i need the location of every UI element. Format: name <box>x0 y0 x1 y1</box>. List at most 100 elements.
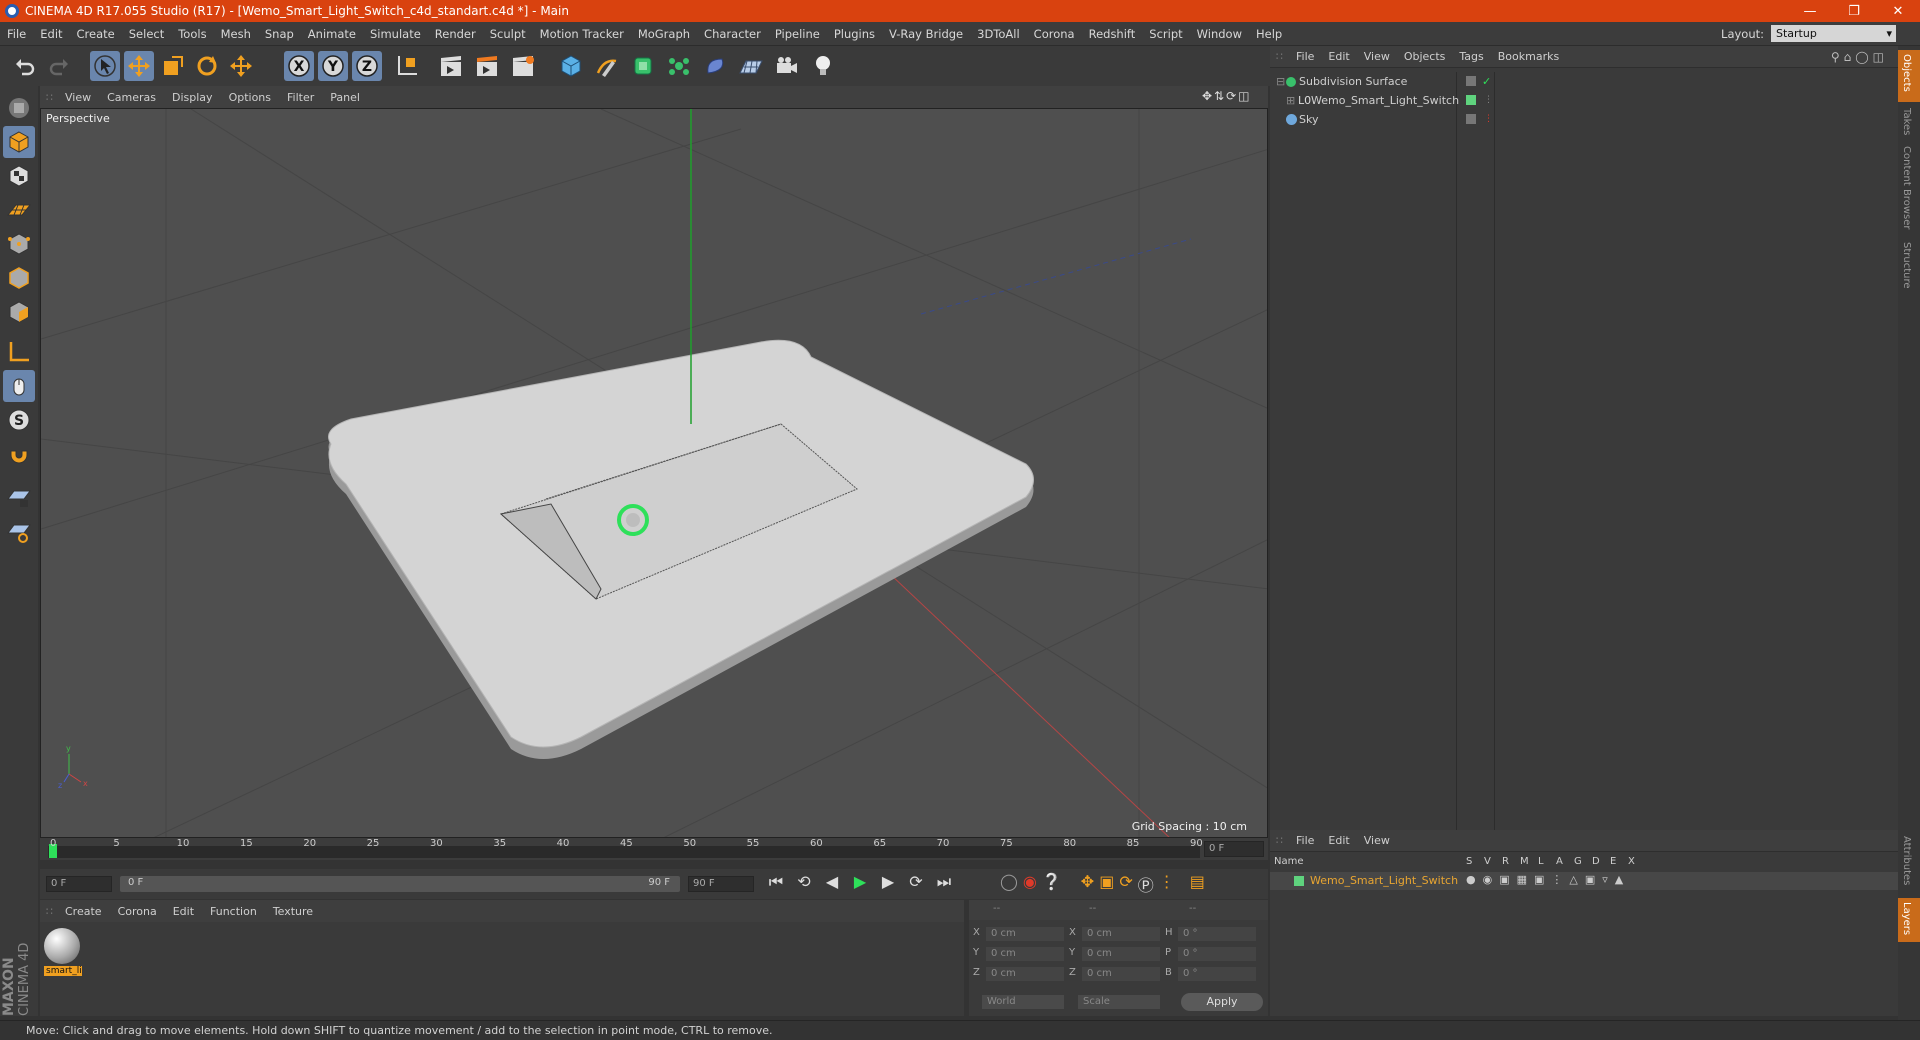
menu-select[interactable]: Select <box>122 27 171 41</box>
redo-button[interactable] <box>44 51 74 81</box>
axis-mode-button[interactable] <box>3 336 35 368</box>
coordinate-system-button[interactable] <box>392 51 422 81</box>
apply-button[interactable]: Apply <box>1181 993 1263 1011</box>
viewport-menu-options[interactable]: Options <box>221 91 279 104</box>
select-tool-button[interactable] <box>90 51 120 81</box>
key-pla-icon[interactable]: ⋮ <box>1159 872 1175 896</box>
menu-file[interactable]: File <box>0 27 33 41</box>
record-icon[interactable]: ◉ <box>1023 872 1037 896</box>
previous-frame-icon[interactable]: ◀ <box>820 872 844 896</box>
layout-select[interactable]: Startup ▾ <box>1771 25 1896 42</box>
menu-motion-tracker[interactable]: Motion Tracker <box>533 27 631 41</box>
motion-path-icon[interactable]: ◯ <box>1000 872 1018 896</box>
layer-menu-file[interactable]: File <box>1289 834 1321 847</box>
mode-select[interactable]: Scale <box>1077 994 1161 1010</box>
space-select[interactable]: World <box>981 994 1065 1010</box>
menu-create[interactable]: Create <box>70 27 122 41</box>
layer-menu-edit[interactable]: Edit <box>1321 834 1356 847</box>
tab-objects[interactable]: Objects <box>1901 54 1912 92</box>
texture-mode-button[interactable] <box>3 160 35 192</box>
layer-menu-view[interactable]: View <box>1357 834 1397 847</box>
close-icon[interactable]: ✕ <box>1876 0 1920 22</box>
previous-key-icon[interactable]: ⟲ <box>792 872 816 896</box>
menu-render[interactable]: Render <box>428 27 483 41</box>
coord-field[interactable]: 0 cm <box>1081 966 1161 982</box>
menu-plugins[interactable]: Plugins <box>827 27 882 41</box>
light-button[interactable] <box>808 51 838 81</box>
points-mode-button[interactable] <box>3 228 35 260</box>
menu-tools[interactable]: Tools <box>171 27 213 41</box>
minimize-icon[interactable]: — <box>1788 0 1832 22</box>
menu-window[interactable]: Window <box>1190 27 1249 41</box>
cloner-button[interactable] <box>664 51 694 81</box>
tab-takes[interactable]: Takes <box>1901 108 1912 135</box>
object-menu-objects[interactable]: Objects <box>1397 50 1453 63</box>
material-menu-edit[interactable]: Edit <box>165 905 202 918</box>
render-settings-button[interactable] <box>508 51 538 81</box>
key-param-icon[interactable]: Ⓟ <box>1138 872 1154 896</box>
rotate-tool-button[interactable] <box>192 51 222 81</box>
menu-v-ray-bridge[interactable]: V-Ray Bridge <box>882 27 970 41</box>
x-axis-button[interactable]: X <box>284 51 314 81</box>
menu-character[interactable]: Character <box>697 27 768 41</box>
timeline-ruler[interactable]: 0 5 10 15 20 25 30 35 40 45 50 55 60 65 70 75 80 85 90 0 F <box>40 838 1268 860</box>
end-frame-field[interactable]: 90 F <box>688 876 754 892</box>
model-mode-button[interactable] <box>3 126 35 158</box>
tab-attributes[interactable]: Attributes <box>1901 836 1912 885</box>
undo-button[interactable] <box>10 51 40 81</box>
edges-mode-button[interactable] <box>3 262 35 294</box>
menu-mograph[interactable]: MoGraph <box>631 27 697 41</box>
coord-field[interactable]: 0 cm <box>1081 926 1161 942</box>
coord-field[interactable]: 0 cm <box>1081 946 1161 962</box>
viewport-menu-cameras[interactable]: Cameras <box>99 91 164 104</box>
layer-swatch[interactable] <box>1294 876 1304 886</box>
menu-redshift[interactable]: Redshift <box>1082 27 1143 41</box>
viewport-nav-icons[interactable]: ✥⇅⟳◫ <box>1202 89 1252 103</box>
autokey-icon[interactable]: ❔ <box>1042 872 1062 896</box>
material-menu-function[interactable]: Function <box>202 905 265 918</box>
menu-pipeline[interactable]: Pipeline <box>768 27 827 41</box>
pen-spline-button[interactable] <box>592 51 622 81</box>
timeline-window-icon[interactable]: ▤ <box>1190 872 1205 896</box>
menu-edit[interactable]: Edit <box>33 27 69 41</box>
next-key-icon[interactable]: ⟳ <box>904 872 928 896</box>
coord-field[interactable]: 0 cm <box>985 966 1065 982</box>
y-axis-button[interactable]: Y <box>318 51 348 81</box>
range-slider[interactable]: 0 F 90 F <box>120 876 680 892</box>
polygons-mode-button[interactable] <box>3 296 35 328</box>
current-frame-field[interactable]: 0 F <box>1204 841 1264 857</box>
menu-simulate[interactable]: Simulate <box>363 27 428 41</box>
coord-field[interactable]: 0 ° <box>1177 946 1257 962</box>
viewport-menu-display[interactable]: Display <box>164 91 221 104</box>
key-move-icon[interactable]: ✥ <box>1081 872 1094 896</box>
object-menu-view[interactable]: View <box>1357 50 1397 63</box>
menu-sculpt[interactable]: Sculpt <box>483 27 533 41</box>
render-picture-viewer-button[interactable] <box>472 51 502 81</box>
menu-3dtoall[interactable]: 3DToAll <box>970 27 1027 41</box>
coord-field[interactable]: 0 ° <box>1177 966 1257 982</box>
snap-button[interactable]: S <box>3 404 35 436</box>
object-manager-tools[interactable]: ⚲⌂◯◫ <box>1831 50 1888 64</box>
object-menu-tags[interactable]: Tags <box>1452 50 1490 63</box>
tree-expand-icon[interactable]: ⊞ <box>1286 91 1295 110</box>
coord-field[interactable]: 0 ° <box>1177 926 1257 942</box>
go-to-end-icon[interactable]: ⏭ <box>932 872 956 896</box>
camera-button[interactable] <box>772 51 802 81</box>
magnet-button[interactable] <box>3 444 35 476</box>
object-menu-edit[interactable]: Edit <box>1321 50 1356 63</box>
material-menu-create[interactable]: Create <box>57 905 110 918</box>
menu-corona[interactable]: Corona <box>1027 27 1082 41</box>
viewport-menu-filter[interactable]: Filter <box>279 91 322 104</box>
last-tool-button[interactable] <box>226 51 256 81</box>
viewport-menu-view[interactable]: View <box>57 91 99 104</box>
layer-flag-icons[interactable]: ●◉▣▦▣⋮△▣▿▲ <box>1466 873 1630 886</box>
perspective-viewport[interactable]: y x z Perspective Grid Spacing : 10 cm <box>40 108 1268 838</box>
visibility-dots-icon[interactable]: ⋮ <box>1484 110 1493 129</box>
layer-row[interactable]: Wemo_Smart_Light_Switch ●◉▣▦▣⋮△▣▿▲ <box>1270 872 1898 890</box>
lock-workplane-button[interactable] <box>3 482 35 514</box>
subdivision-button[interactable] <box>628 51 658 81</box>
coord-field[interactable]: 0 cm <box>985 946 1065 962</box>
scale-tool-button[interactable] <box>158 51 188 81</box>
render-view-button[interactable] <box>436 51 466 81</box>
layer-visibility-icon[interactable] <box>1466 114 1476 124</box>
